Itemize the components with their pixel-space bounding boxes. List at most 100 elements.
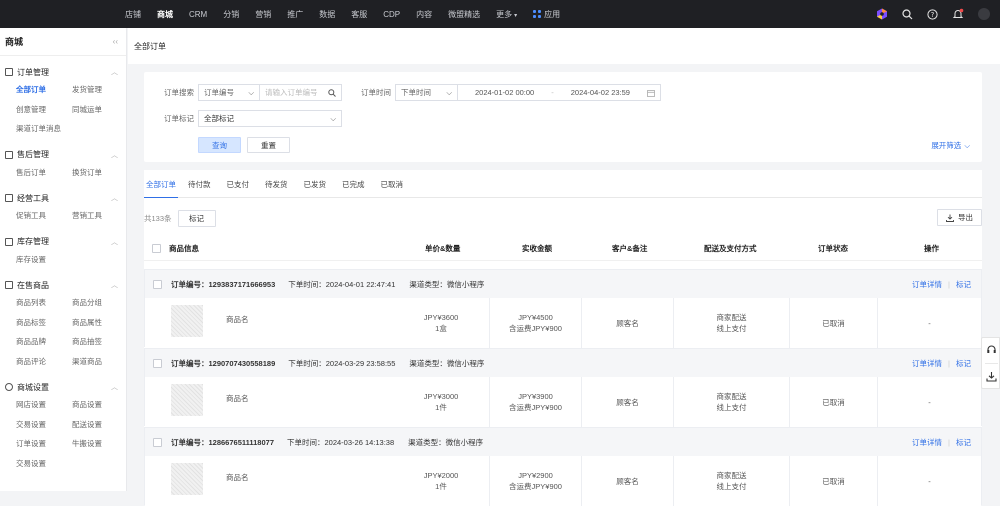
tab-completed[interactable]: 已完成 <box>342 170 365 198</box>
product-name[interactable]: 商品名 <box>226 393 249 404</box>
nav-item-crm[interactable]: CRM <box>189 10 207 19</box>
chevron-down-icon: ⌵ <box>330 113 336 123</box>
nav-item-promotion[interactable]: 推广 <box>287 9 303 20</box>
product-name[interactable]: 商品名 <box>226 314 249 325</box>
sidebar-item-inventory-settings[interactable]: 库存设置 <box>16 250 72 270</box>
sidebar-item-product-attrs[interactable]: 商品属性 <box>72 313 128 333</box>
order-mark-link[interactable]: 标记 <box>956 358 971 369</box>
download-icon <box>946 214 954 222</box>
sidebar-item-trade-settings[interactable]: 交易设置 <box>16 415 72 435</box>
sidebar-item-store-settings[interactable]: 网店设置 <box>16 395 72 415</box>
search-icon[interactable] <box>902 8 913 20</box>
order-mark-link[interactable]: 标记 <box>956 437 971 448</box>
order-mark-select[interactable]: 全部标记 ⌵ <box>198 110 342 127</box>
help-icon[interactable]: ? <box>927 8 938 20</box>
sidebar-item-moving-settings[interactable]: 牛搬设置 <box>72 434 128 454</box>
date-range-picker[interactable]: 2024-01-02 00:00 - 2024-04-02 23:59 <box>458 84 661 101</box>
order-detail-link[interactable]: 订单详情 <box>912 358 942 369</box>
user-avatar[interactable] <box>978 8 990 20</box>
action-cell: - <box>877 298 981 348</box>
tab-paid[interactable]: 已支付 <box>227 170 250 198</box>
sidebar-item-city-delivery[interactable]: 同城运单 <box>72 100 128 120</box>
sidebar-item-trade-settings-2[interactable]: 交易设置 <box>16 454 72 474</box>
product-thumbnail[interactable] <box>171 305 203 337</box>
mark-button[interactable]: 标记 <box>177 209 216 227</box>
sidebar-group-header[interactable]: 售后管理 ︿ <box>5 147 118 163</box>
sidebar-group-header[interactable]: 经营工具 ︿ <box>5 190 118 206</box>
paid-cell: JPY¥2900 含运费JPY¥900 <box>489 456 581 506</box>
query-button[interactable]: 查询 <box>198 137 241 153</box>
product-thumbnail[interactable] <box>171 384 203 416</box>
sidebar-item-aftersale-orders[interactable]: 售后订单 <box>16 163 72 183</box>
sidebar-group-orders: 订单管理 ︿ 全部订单 发货管理 创意管理 同城运单 渠道订单消息 <box>0 64 126 139</box>
apps-label: 应用 <box>544 9 561 19</box>
select-all-checkbox[interactable] <box>152 244 161 253</box>
brand-hexagon-icon[interactable] <box>876 8 888 20</box>
sidebar-group-header[interactable]: 在售商品 ︿ <box>5 277 118 293</box>
sidebar-item-channel-messages[interactable]: 渠道订单消息 <box>16 119 72 139</box>
collapse-sidebar-icon[interactable]: ‹‹ <box>113 37 118 46</box>
sidebar-item-order-settings[interactable]: 订单设置 <box>16 434 72 454</box>
reset-button[interactable]: 重置 <box>247 137 290 153</box>
tab-shipped[interactable]: 已发货 <box>304 170 327 198</box>
order-checkbox[interactable] <box>153 437 162 447</box>
inventory-icon <box>5 237 13 246</box>
quantity: 1件 <box>435 482 447 491</box>
sidebar-item-product-groups[interactable]: 商品分组 <box>72 293 128 313</box>
nav-item-data[interactable]: 数据 <box>319 9 335 20</box>
search-type-select[interactable]: 订单编号 ⌵ <box>198 84 260 101</box>
nav-item-cdp[interactable]: CDP <box>383 10 400 19</box>
notification-bell-icon[interactable] <box>952 8 964 20</box>
sidebar-item-product-tags[interactable]: 商品标签 <box>16 313 72 333</box>
product-name[interactable]: 商品名 <box>226 472 249 483</box>
sidebar-item-product-settings[interactable]: 商品设置 <box>72 395 128 415</box>
nav-item-mall[interactable]: 商城 <box>157 9 173 20</box>
search-icon[interactable] <box>328 88 336 97</box>
nav-item-distribution[interactable]: 分销 <box>223 9 239 20</box>
date-end: 2024-04-02 23:59 <box>570 88 630 97</box>
sidebar-item-product-lottery[interactable]: 商品抽签 <box>72 332 128 352</box>
order-search-input[interactable]: 请输入订单编号 <box>260 84 342 101</box>
export-button[interactable]: 导出 <box>937 209 982 226</box>
nav-item-selection[interactable]: 微盟精选 <box>448 9 480 20</box>
sidebar-item-all-orders[interactable]: 全部订单 <box>16 80 72 100</box>
chevron-up-icon: ︿ <box>111 238 118 246</box>
tab-all-orders[interactable]: 全部订单 <box>144 170 178 198</box>
nav-item-store[interactable]: 店铺 <box>125 9 141 20</box>
order-detail-link[interactable]: 订单详情 <box>912 437 942 448</box>
nav-item-service[interactable]: 客服 <box>351 9 367 20</box>
nav-item-content[interactable]: 内容 <box>416 9 432 20</box>
apps-menu[interactable]: 应用 <box>533 9 560 20</box>
main-nav: 店铺 商城 CRM 分销 营销 推广 数据 客服 CDP 内容 微盟精选 更多 ▾… <box>125 0 576 28</box>
order-mark-link[interactable]: 标记 <box>956 279 971 290</box>
sidebar-item-marketing-tools[interactable]: 营销工具 <box>72 206 128 226</box>
nav-item-more[interactable]: 更多 ▾ <box>496 9 517 20</box>
order-channel: 渠道类型：微信小程序 <box>409 358 485 368</box>
sidebar-group-aftersale: 售后管理 ︿ 售后订单 换货订单 <box>0 147 126 183</box>
tab-pending-payment[interactable]: 待付款 <box>188 170 211 198</box>
order-checkbox[interactable] <box>153 279 162 289</box>
expand-filter-toggle[interactable]: 展开筛选 ⌵ <box>931 140 970 151</box>
sidebar-group-header[interactable]: 商城设置 ︿ <box>5 379 118 395</box>
sidebar-item-exchange-orders[interactable]: 换货订单 <box>72 163 128 183</box>
headset-support-icon[interactable] <box>986 344 997 355</box>
product-thumbnail[interactable] <box>171 463 203 495</box>
sidebar-item-product-reviews[interactable]: 商品评论 <box>16 352 72 372</box>
nav-item-marketing[interactable]: 营销 <box>255 9 271 20</box>
tab-cancelled[interactable]: 已取消 <box>381 170 404 198</box>
download-icon[interactable] <box>986 371 997 382</box>
order-row: 订单编号： 1293837171666953 下单时间：2024-04-01 2… <box>144 269 982 348</box>
order-detail-link[interactable]: 订单详情 <box>912 279 942 290</box>
sidebar-item-product-list[interactable]: 商品列表 <box>16 293 72 313</box>
tab-pending-shipment[interactable]: 待发货 <box>265 170 288 198</box>
sidebar-item-shipping[interactable]: 发货管理 <box>72 80 128 100</box>
time-type-select[interactable]: 下单时间 ⌵ <box>395 84 458 101</box>
sidebar-item-product-brands[interactable]: 商品品牌 <box>16 332 72 352</box>
order-checkbox[interactable] <box>153 358 162 368</box>
sidebar-group-header[interactable]: 订单管理 ︿ <box>5 64 118 80</box>
sidebar-group-header[interactable]: 库存管理 ︿ <box>5 234 118 250</box>
sidebar-item-delivery-settings[interactable]: 配送设置 <box>72 415 128 435</box>
sidebar-item-channel-products[interactable]: 渠道商品 <box>72 352 128 372</box>
sidebar-item-promo-tools[interactable]: 促销工具 <box>16 206 72 226</box>
sidebar-item-creative[interactable]: 创意管理 <box>16 100 72 120</box>
